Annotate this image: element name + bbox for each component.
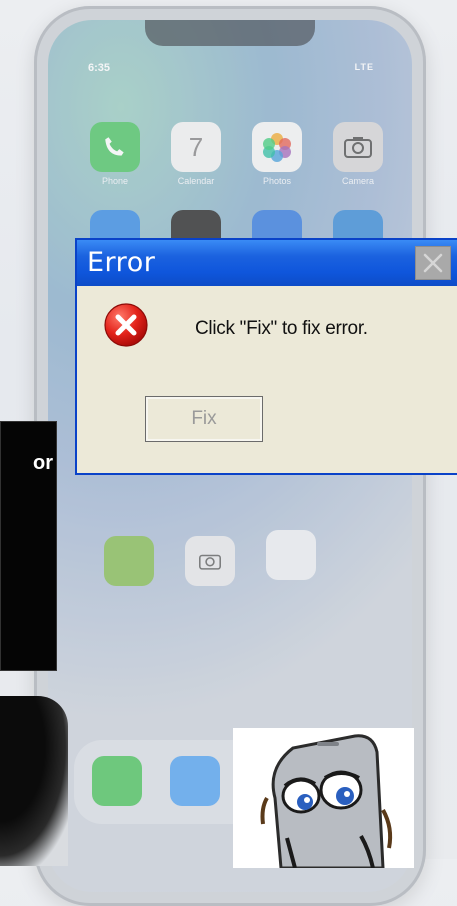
error-message: Click "Fix" to fix error. <box>195 318 368 339</box>
folder-app-icon <box>266 530 316 580</box>
sad-phone-icon <box>260 734 393 870</box>
fix-button-label: Fix <box>191 408 217 429</box>
calendar-app-icon: 7 <box>171 122 221 172</box>
status-network: LTE <box>354 62 374 72</box>
camera-app-icon <box>185 536 235 586</box>
messages-app-icon <box>92 756 142 806</box>
app-label-camera: Camera <box>341 176 374 186</box>
status-time: 6:35 <box>88 62 111 74</box>
close-icon <box>423 253 443 273</box>
panel-text: or <box>33 452 53 474</box>
close-button[interactable] <box>415 246 451 280</box>
fix-button[interactable]: Fix <box>145 396 263 442</box>
forest-app-icon <box>104 536 154 586</box>
mail-app-icon <box>170 756 220 806</box>
dark-object-image <box>0 696 68 866</box>
phone-notch <box>145 20 315 46</box>
calendar-day: 7 <box>188 131 204 162</box>
app-label-photos: Photos <box>262 176 292 186</box>
error-x-icon <box>104 303 148 347</box>
sad-phone-cartoon <box>233 728 414 870</box>
camera-app-icon <box>333 122 383 172</box>
photos-app-icon <box>252 122 302 172</box>
dialog-titlebar: Error <box>77 240 457 286</box>
black-overlay-panel: or <box>0 421 57 671</box>
error-dialog: Error Click "Fix" to fix error. Fix <box>75 238 457 475</box>
phone-app-icon <box>90 122 140 172</box>
app-label-phone: Phone <box>101 176 129 186</box>
dialog-title: Error <box>87 247 156 278</box>
app-label-calendar: Calendar <box>177 176 215 186</box>
